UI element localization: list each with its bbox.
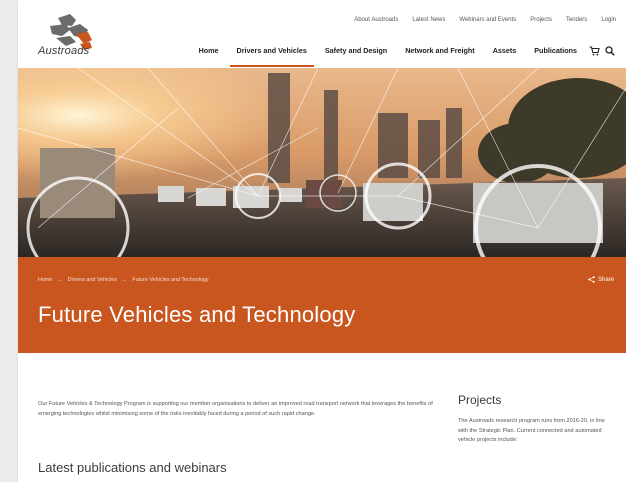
util-nav-news[interactable]: Latest News xyxy=(412,17,445,23)
breadcrumb-arrow-icon: → xyxy=(57,277,63,283)
utility-nav: About Austroads Latest News Webinars and… xyxy=(354,17,616,23)
util-nav-projects[interactable]: Projects xyxy=(530,17,552,23)
nav-item-assets[interactable]: Assets xyxy=(484,42,526,60)
intro-paragraph: Our Future Vehicles & Technology Program… xyxy=(38,401,433,417)
nav-item-publications[interactable]: Publications xyxy=(525,42,586,60)
projects-heading: Projects xyxy=(458,393,502,407)
util-nav-login[interactable]: Login xyxy=(601,17,616,23)
share-icon xyxy=(588,276,595,283)
page-title: Future Vehicles and Technology xyxy=(38,302,356,327)
breadcrumb-current: Future Vehicles and Technology xyxy=(132,277,209,283)
latest-publications-heading: Latest publications and webinars xyxy=(38,460,227,475)
nav-item-network-and-freight[interactable]: Network and Freight xyxy=(396,42,484,60)
util-nav-webinars[interactable]: Webinars and Events xyxy=(459,17,516,23)
hero-image-traffic xyxy=(18,68,626,257)
page: Austroads About Austroads Latest News We… xyxy=(18,0,626,482)
util-nav-tenders[interactable]: Tenders xyxy=(566,17,587,23)
projects-text: The Austroads research program runs from… xyxy=(458,418,605,443)
projects-aside: Projects The Austroads research program … xyxy=(458,393,614,446)
share-button[interactable]: Share xyxy=(588,276,614,283)
share-label: Share xyxy=(597,276,614,283)
breadcrumb: Home → Drivers and Vehicles → Future Veh… xyxy=(38,277,209,283)
search-icon[interactable] xyxy=(602,42,618,60)
cart-icon[interactable] xyxy=(586,42,602,60)
breadcrumb-arrow-icon: → xyxy=(121,277,128,283)
util-nav-about[interactable]: About Austroads xyxy=(354,17,398,23)
page-title-band: Home → Drivers and Vehicles → Future Veh… xyxy=(18,257,626,353)
brand-name: Austroads xyxy=(38,45,90,57)
nav-item-safety-and-design[interactable]: Safety and Design xyxy=(316,42,396,60)
breadcrumb-drivers-and-vehicles[interactable]: Drivers and Vehicles xyxy=(68,277,117,283)
nav-item-home[interactable]: Home xyxy=(190,42,228,60)
site-header: Austroads About Austroads Latest News We… xyxy=(18,0,626,68)
breadcrumb-home[interactable]: Home xyxy=(38,277,52,283)
nav-item-drivers-and-vehicles[interactable]: Drivers and Vehicles xyxy=(228,42,316,67)
main-nav: Home Drivers and Vehicles Safety and Des… xyxy=(190,42,618,67)
